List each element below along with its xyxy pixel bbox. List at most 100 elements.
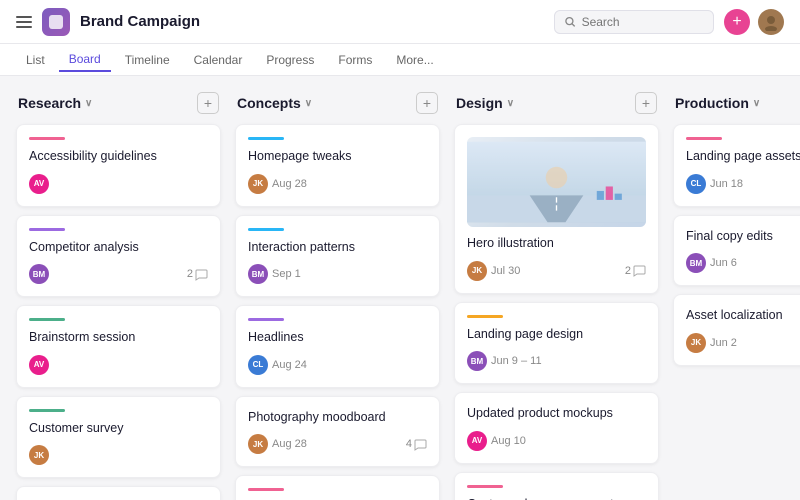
card-title: Asset localization <box>686 307 800 325</box>
card-date: Jun 9 – 11 <box>491 355 542 367</box>
card-accent <box>467 485 503 488</box>
card-accent <box>248 137 284 140</box>
card-avatar: BM <box>29 264 49 284</box>
col-add-concepts[interactable]: + <box>416 92 438 114</box>
card-title: Hero illustration <box>467 235 646 253</box>
card-date: Jun 6 <box>710 257 737 269</box>
card-footer: CL Aug 24 <box>248 355 427 375</box>
card-meta: JK Aug 28 <box>248 434 307 454</box>
card-title: Headlines <box>248 329 427 347</box>
col-title-production: Production ∨ <box>675 95 760 111</box>
chevron-down-icon: ∨ <box>85 98 92 109</box>
search-input[interactable] <box>582 15 703 29</box>
card-item[interactable]: Landing page assets CL Jun 18 <box>673 124 800 207</box>
card-item[interactable]: Interaction patterns BM Sep 1 <box>235 215 440 298</box>
card-date: Sep 1 <box>272 268 301 280</box>
card-title: Brainstorm session <box>29 329 208 347</box>
card-image <box>467 137 646 227</box>
card-avatar: BM <box>248 264 268 284</box>
card-item[interactable]: Landing page design BM Jun 9 – 11 <box>454 302 659 385</box>
card-item[interactable]: Competitor analysis BM 2 <box>16 215 221 298</box>
col-title-concepts: Concepts ∨ <box>237 95 312 111</box>
card-item[interactable]: Careers page update CL Sep 3 4 <box>235 475 440 500</box>
card-title: Accessibility guidelines <box>29 148 208 166</box>
comment-count: 2 <box>625 265 631 277</box>
board: Research ∨ + Accessibility guidelines AV… <box>0 76 800 500</box>
card-meta: BM Jun 6 <box>686 253 737 273</box>
tab-more[interactable]: More... <box>386 49 443 71</box>
card-item[interactable]: Headlines CL Aug 24 <box>235 305 440 388</box>
comment-badge: 2 <box>625 264 646 277</box>
column-research: Research ∨ + Accessibility guidelines AV… <box>16 92 221 500</box>
card-avatar: AV <box>29 174 49 194</box>
card-item[interactable]: Inspiration gathering AV <box>16 486 221 500</box>
card-avatar: CL <box>248 355 268 375</box>
card-avatar: AV <box>29 355 49 375</box>
tab-timeline[interactable]: Timeline <box>115 49 180 71</box>
card-title: Customer survey <box>29 420 208 438</box>
card-footer: AV Aug 10 <box>467 431 646 451</box>
user-avatar[interactable] <box>758 9 784 35</box>
nav-tabs: List Board Timeline Calendar Progress Fo… <box>0 44 800 76</box>
card-item[interactable]: Hero illustration JK Jul 30 2 <box>454 124 659 294</box>
card-date: Jul 30 <box>491 265 520 277</box>
card-meta: JK <box>29 445 49 465</box>
card-accent <box>686 137 722 140</box>
tab-forms[interactable]: Forms <box>328 49 382 71</box>
card-avatar: BM <box>467 351 487 371</box>
card-item[interactable]: Final copy edits BM Jun 6 <box>673 215 800 287</box>
card-date: Aug 28 <box>272 178 307 190</box>
card-meta: BM Sep 1 <box>248 264 301 284</box>
comment-count: 4 <box>406 438 412 450</box>
comment-badge: 2 <box>187 268 208 281</box>
col-add-design[interactable]: + <box>635 92 657 114</box>
card-item[interactable]: Accessibility guidelines AV <box>16 124 221 207</box>
comment-badge: 4 <box>406 438 427 451</box>
column-production: Production ∨ + Landing page assets CL Ju… <box>673 92 800 374</box>
search-icon <box>565 16 576 28</box>
app-icon <box>42 8 70 36</box>
card-item[interactable]: Asset localization JK Jun 2 <box>673 294 800 366</box>
card-avatar: JK <box>248 434 268 454</box>
card-avatar: AV <box>467 431 487 451</box>
card-avatar: BM <box>686 253 706 273</box>
card-footer: BM Jun 6 <box>686 253 800 273</box>
card-item[interactable]: Brainstorm session AV <box>16 305 221 388</box>
card-date: Aug 24 <box>272 359 307 371</box>
card-avatar: JK <box>248 174 268 194</box>
col-title-research: Research ∨ <box>18 95 92 111</box>
tab-board[interactable]: Board <box>59 48 111 72</box>
col-add-research[interactable]: + <box>197 92 219 114</box>
card-footer: JK Jul 30 2 <box>467 261 646 281</box>
card-item[interactable]: Customer survey JK <box>16 396 221 479</box>
card-avatar: JK <box>29 445 49 465</box>
card-title: Landing page design <box>467 326 646 344</box>
card-title: Updated product mockups <box>467 405 646 423</box>
search-bar[interactable] <box>554 10 714 34</box>
card-footer: JK Aug 28 <box>248 174 427 194</box>
chevron-down-icon: ∨ <box>305 98 312 109</box>
card-meta: AV <box>29 355 49 375</box>
add-button[interactable]: + <box>724 9 750 35</box>
card-accent <box>248 488 284 491</box>
card-item[interactable]: Photography moodboard JK Aug 28 4 <box>235 396 440 468</box>
card-accent <box>29 318 65 321</box>
tab-list[interactable]: List <box>16 49 55 71</box>
card-footer: BM 2 <box>29 264 208 284</box>
card-date: Aug 28 <box>272 438 307 450</box>
card-title: Interaction patterns <box>248 239 427 257</box>
card-title: Final copy edits <box>686 228 800 246</box>
card-item[interactable]: Homepage tweaks JK Aug 28 <box>235 124 440 207</box>
card-meta: BM <box>29 264 49 284</box>
card-item[interactable]: Customer logo component CL Aug 12 <box>454 472 659 500</box>
card-item[interactable]: Updated product mockups AV Aug 10 <box>454 392 659 464</box>
tab-progress[interactable]: Progress <box>256 49 324 71</box>
tab-calendar[interactable]: Calendar <box>184 49 253 71</box>
hamburger-menu[interactable] <box>16 16 32 28</box>
card-accent <box>29 137 65 140</box>
card-footer: BM Jun 9 – 11 <box>467 351 646 371</box>
card-accent <box>248 228 284 231</box>
card-title: Photography moodboard <box>248 409 427 427</box>
comment-icon <box>633 264 646 277</box>
comment-icon <box>195 268 208 281</box>
